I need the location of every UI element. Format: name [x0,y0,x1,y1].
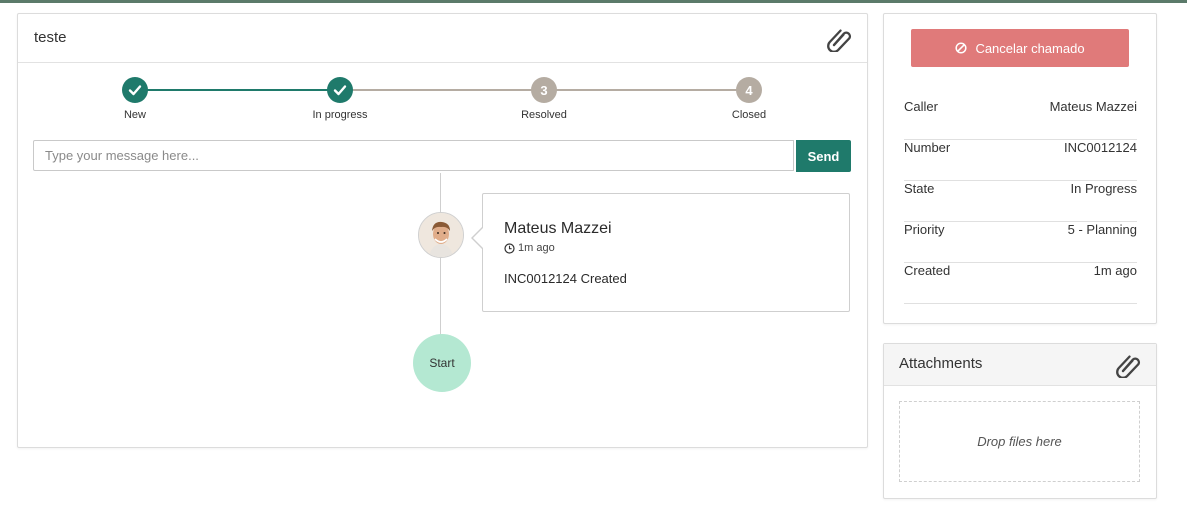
step-number: 3 [540,82,548,98]
start-label: Start [429,356,455,370]
dropzone-label: Drop files here [977,434,1062,449]
check-icon [128,85,142,96]
entry-time: 1m ago [504,242,555,254]
attachments-panel: Attachments Drop files here [883,343,1157,499]
attachments-header: Attachments [884,344,1156,386]
step-new [122,77,148,103]
step-in-progress [327,77,353,103]
field-label: State [904,181,935,196]
field-priority: Priority 5 - Planning [904,222,1137,263]
details-panel: Cancelar chamado Caller Mateus Mazzei Nu… [883,13,1157,324]
avatar [418,212,464,258]
step-number: 4 [745,82,753,98]
card-pointer-fill [473,227,484,249]
paperclip-icon[interactable] [825,26,853,53]
ticket-header: teste [18,14,867,63]
ticket-title: teste [34,29,67,46]
step-label-new: New [123,109,146,121]
field-label: Number [904,140,951,155]
field-label: Priority [904,222,945,237]
field-label: Created [904,263,951,278]
message-input[interactable] [33,140,794,171]
cancel-ticket-button[interactable]: Cancelar chamado [911,29,1129,67]
entry-time-text: 1m ago [518,242,555,254]
file-dropzone[interactable]: Drop files here [899,401,1140,482]
entry-text: INC0012124 Created [504,271,627,286]
stepper-line-done [135,89,340,91]
field-value: 5 - Planning [1067,222,1137,237]
attachments-title: Attachments [899,355,983,372]
field-value: INC0012124 [1064,140,1137,155]
field-caller: Caller Mateus Mazzei [904,99,1137,140]
step-label-closed: Closed [731,109,767,121]
field-value: In Progress [1070,181,1137,196]
paperclip-icon[interactable] [1114,352,1142,379]
field-state: State In Progress [904,181,1137,222]
field-value: Mateus Mazzei [1049,99,1137,114]
field-label: Caller [904,99,938,114]
field-number: Number INC0012124 [904,140,1137,181]
cancel-ticket-label: Cancelar chamado [975,40,1085,56]
field-created: Created 1m ago [904,263,1137,304]
send-button[interactable]: Send [796,140,851,172]
entry-author: Mateus Mazzei [504,220,612,237]
step-label-in-progress: In progress [312,109,368,121]
field-value: 1m ago [1093,263,1137,278]
timeline-card: Mateus Mazzei 1m ago INC0012124 Created [482,193,850,312]
check-icon [333,85,347,96]
step-closed: 4 [736,77,762,103]
top-accent-bar [0,0,1187,3]
step-resolved: 3 [531,77,557,103]
ban-icon [955,42,967,54]
clock-icon [504,242,515,254]
timeline-start-node: Start [413,334,471,392]
step-label-resolved: Resolved [521,109,567,121]
